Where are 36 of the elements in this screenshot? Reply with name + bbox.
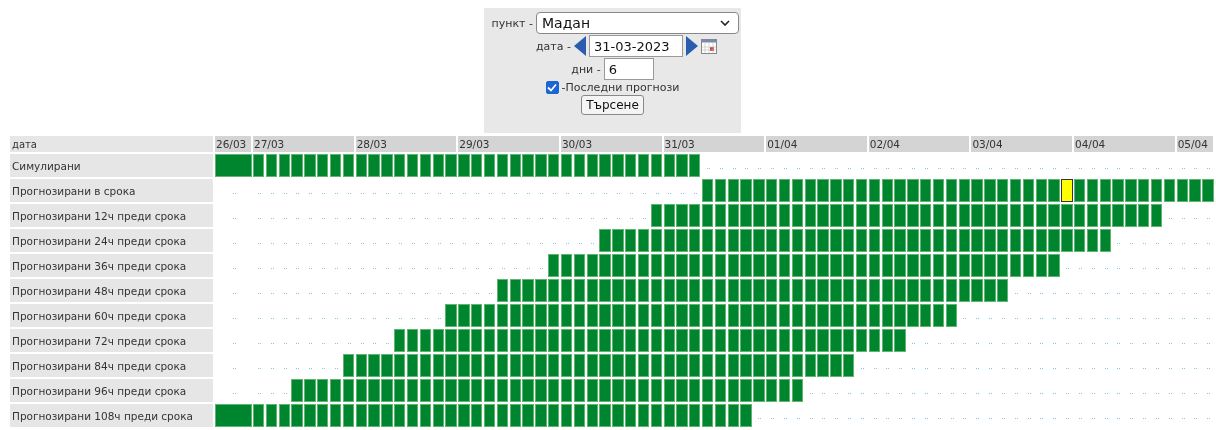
row-label: Прогнозирани 108ч преди срока: [10, 404, 213, 427]
row-label: Прогнозирани 84ч преди срока: [10, 354, 213, 377]
date-header: 29/03: [458, 136, 559, 152]
row-label: Прогнозирани 60ч преди срока: [10, 304, 213, 327]
table-header-cell: дата: [10, 136, 213, 152]
days-input[interactable]: 6: [603, 58, 654, 80]
latest-forecasts-label: -Последни прогнози: [561, 81, 680, 94]
date-header: 31/03: [663, 136, 765, 152]
date-header: 04/04: [1074, 136, 1175, 152]
days-label: дни -: [571, 62, 601, 76]
row-label: Симулирани: [10, 154, 213, 177]
date-header: 02/04: [868, 136, 970, 152]
date-header: 01/04: [766, 136, 867, 152]
date-header: 26/03: [215, 136, 251, 152]
row-label: Прогнозирани 12ч преди срока: [10, 204, 213, 227]
row-label: Прогнозирани 72ч преди срока: [10, 329, 213, 352]
row-label: Прогнозирани 36ч преди срока: [10, 254, 213, 277]
date-header: 28/03: [355, 136, 457, 152]
date-header: 05/04: [1176, 136, 1214, 152]
row-label: Прогнозирани в срока: [10, 179, 213, 202]
date-header: 30/03: [560, 136, 662, 152]
chevron-down-icon: [720, 20, 730, 26]
station-select[interactable]: Мадан: [536, 12, 739, 34]
row-label: Прогнозирани 48ч преди срока: [10, 279, 213, 302]
calendar-icon[interactable]: [701, 38, 717, 54]
date-input[interactable]: 31-03-2023: [589, 35, 683, 57]
search-button[interactable]: Търсене: [581, 95, 644, 115]
date-header: 27/03: [253, 136, 354, 152]
previous-arrow-icon[interactable]: [574, 36, 586, 56]
date-header: 03/04: [971, 136, 1072, 152]
row-label: Прогнозирани 24ч преди срока: [10, 229, 213, 252]
row-label: Прогнозирани 96ч преди срока: [10, 379, 213, 402]
station-label: пункт -: [491, 16, 533, 30]
next-arrow-icon[interactable]: [686, 36, 698, 56]
date-label: дата -: [536, 39, 571, 53]
checkbox[interactable]: [545, 81, 559, 94]
